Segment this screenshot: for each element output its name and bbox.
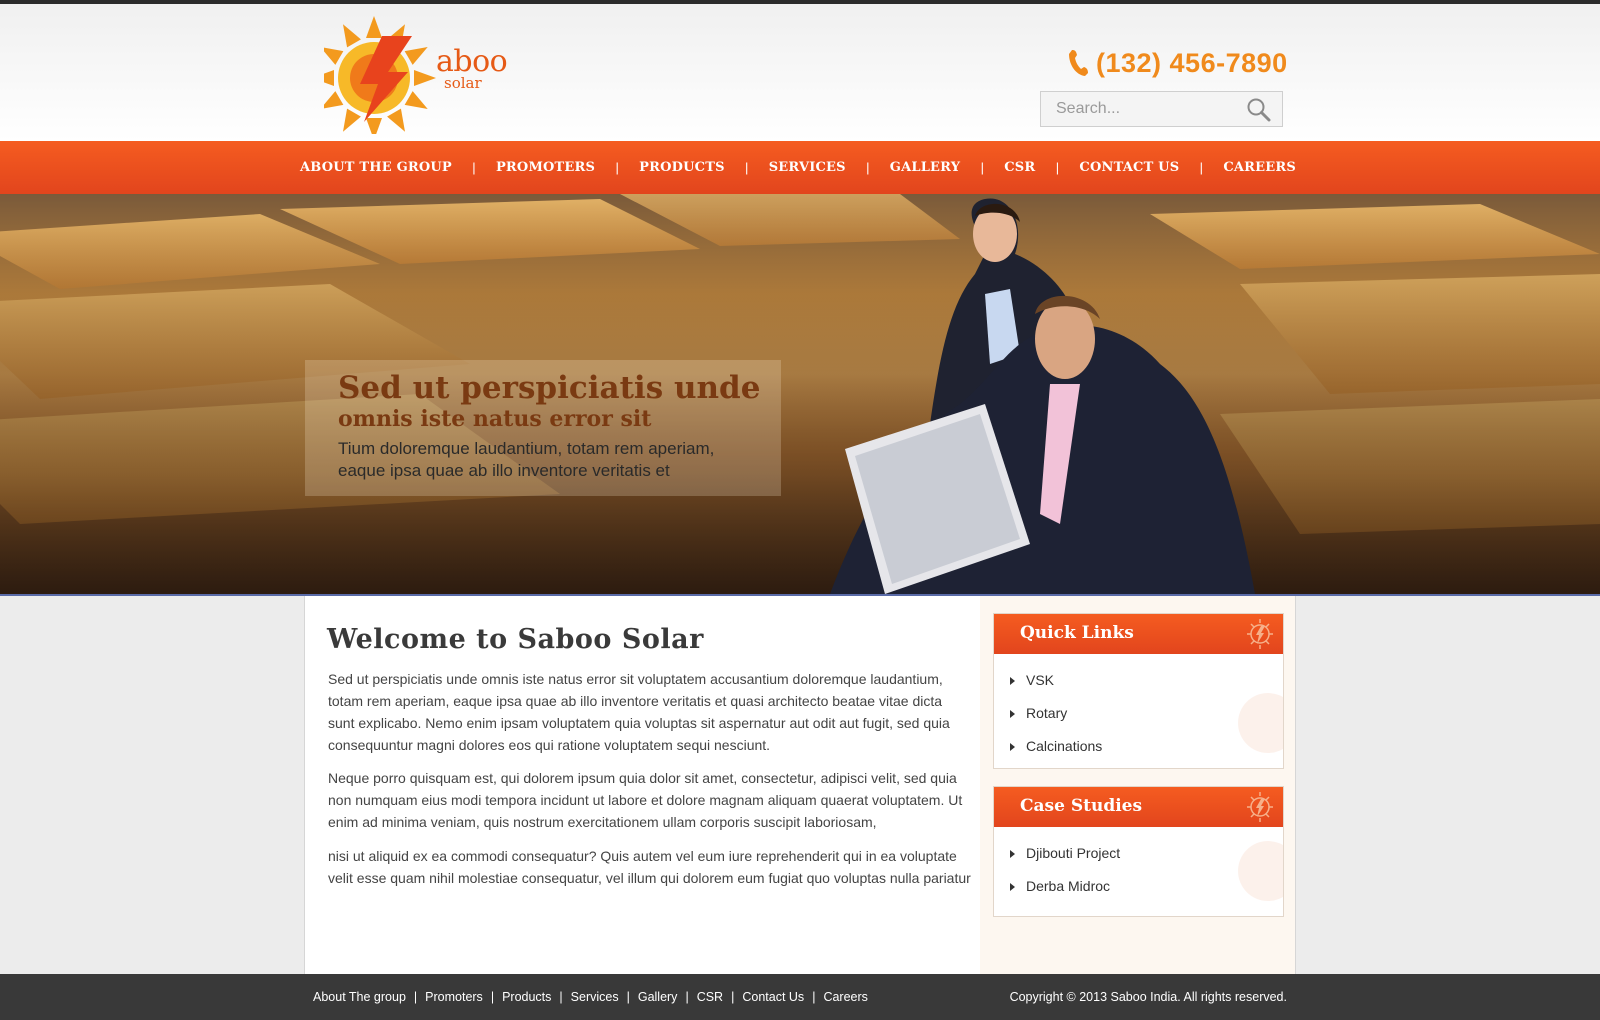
footer-link-promoters[interactable]: Promoters bbox=[425, 990, 483, 1004]
search-input[interactable] bbox=[1041, 92, 1241, 126]
footer-separator: | bbox=[413, 990, 418, 1004]
hero-title: Sed ut perspiciatis unde bbox=[338, 370, 761, 406]
intro-paragraph-3: nisi ut aliquid ex ea commodi consequatu… bbox=[328, 848, 971, 886]
nav-careers[interactable]: CAREERS bbox=[1223, 160, 1296, 175]
bullet-arrow-icon bbox=[1010, 710, 1015, 718]
search-icon[interactable] bbox=[1246, 97, 1272, 123]
quick-links-panel: Quick Links VSK Rotary Calcinations bbox=[993, 613, 1284, 769]
sun-bolt-icon bbox=[1247, 619, 1273, 649]
site-header: aboo solar (132) 456-7890 bbox=[0, 4, 1600, 141]
hero-solar-panels-image bbox=[0, 194, 1600, 594]
sun-bolt-icon bbox=[1247, 792, 1273, 822]
footer-separator: | bbox=[626, 990, 630, 1004]
footer-separator: | bbox=[559, 990, 563, 1004]
main-nav: ABOUT THE GROUP | PROMOTERS | PRODUCTS |… bbox=[0, 141, 1600, 194]
case-studies-panel: Case Studies Djibouti Project Derba Midr… bbox=[993, 786, 1284, 917]
bullet-arrow-icon bbox=[1010, 743, 1015, 751]
quick-link-label: VSK bbox=[1026, 672, 1055, 688]
bullet-arrow-icon bbox=[1010, 677, 1015, 685]
phone-icon bbox=[1069, 50, 1088, 76]
copyright-notice: Copyright © 2013 Saboo India. All rights… bbox=[1009, 990, 1287, 1004]
nav-separator: | bbox=[472, 160, 476, 175]
case-study-label: Derba Midroc bbox=[1026, 878, 1111, 894]
footer-link-csr[interactable]: CSR bbox=[697, 990, 723, 1004]
bullet-arrow-icon bbox=[1010, 883, 1015, 891]
hero-subtitle: omnis iste natus error sit bbox=[338, 406, 652, 432]
nav-about-the-group[interactable]: ABOUT THE GROUP bbox=[300, 160, 452, 175]
nav-separator: | bbox=[1055, 160, 1060, 175]
footer-nav: About The group | Promoters | Products |… bbox=[313, 974, 868, 1020]
intro-paragraph-1: Sed ut perspiciatis unde omnis iste natu… bbox=[328, 671, 950, 753]
hero-banner bbox=[0, 194, 1600, 594]
footer-separator: | bbox=[490, 990, 495, 1004]
phone-contact[interactable]: (132) 456-7890 bbox=[1066, 46, 1288, 80]
footer-link-products[interactable]: Products bbox=[502, 990, 551, 1004]
nav-separator: | bbox=[980, 160, 984, 175]
nav-csr[interactable]: CSR bbox=[1004, 160, 1035, 175]
case-studies-header: Case Studies bbox=[994, 787, 1283, 827]
hero-body: Tium doloremque laudantium, totam rem ap… bbox=[338, 439, 715, 480]
nav-gallery[interactable]: GALLERY bbox=[890, 160, 960, 175]
sun-watermark-icon bbox=[1238, 693, 1283, 753]
footer-separator: | bbox=[731, 990, 735, 1004]
nav-contact-us[interactable]: CONTACT US bbox=[1079, 160, 1179, 175]
bullet-arrow-icon bbox=[1010, 850, 1015, 858]
logo-subtitle: solar bbox=[444, 74, 482, 92]
page-title: Welcome to Saboo Solar bbox=[327, 624, 704, 655]
case-studies-title: Case Studies bbox=[1020, 796, 1143, 816]
footer-link-gallery[interactable]: Gallery bbox=[638, 990, 678, 1004]
quick-link-label: Rotary bbox=[1026, 705, 1068, 721]
case-study-label: Djibouti Project bbox=[1026, 845, 1121, 861]
nav-separator: | bbox=[866, 160, 870, 175]
nav-services[interactable]: SERVICES bbox=[769, 160, 846, 175]
phone-number: (132) 456-7890 bbox=[1096, 47, 1288, 78]
footer-separator: | bbox=[685, 990, 689, 1004]
quick-links-title: Quick Links bbox=[1020, 623, 1134, 643]
nav-separator: | bbox=[745, 160, 749, 175]
nav-products[interactable]: PRODUCTS bbox=[639, 160, 725, 175]
search-box bbox=[1040, 91, 1283, 127]
nav-separator: | bbox=[615, 160, 619, 175]
site-footer: About The group | Promoters | Products |… bbox=[0, 974, 1600, 1020]
nav-separator: | bbox=[1199, 160, 1203, 175]
nav-promoters[interactable]: PROMOTERS bbox=[496, 160, 595, 175]
sun-watermark-icon bbox=[1238, 841, 1283, 901]
quick-link-label: Calcinations bbox=[1026, 738, 1103, 754]
footer-link-careers[interactable]: Careers bbox=[823, 990, 867, 1004]
intro-paragraph-2: Neque porro quisquam est, qui dolorem ip… bbox=[328, 770, 963, 830]
footer-link-about-the-group[interactable]: About The group bbox=[313, 990, 406, 1004]
footer-separator: | bbox=[812, 990, 816, 1004]
footer-link-services[interactable]: Services bbox=[571, 990, 619, 1004]
quick-links-header: Quick Links bbox=[994, 614, 1283, 654]
footer-link-contact-us[interactable]: Contact Us bbox=[742, 990, 804, 1004]
